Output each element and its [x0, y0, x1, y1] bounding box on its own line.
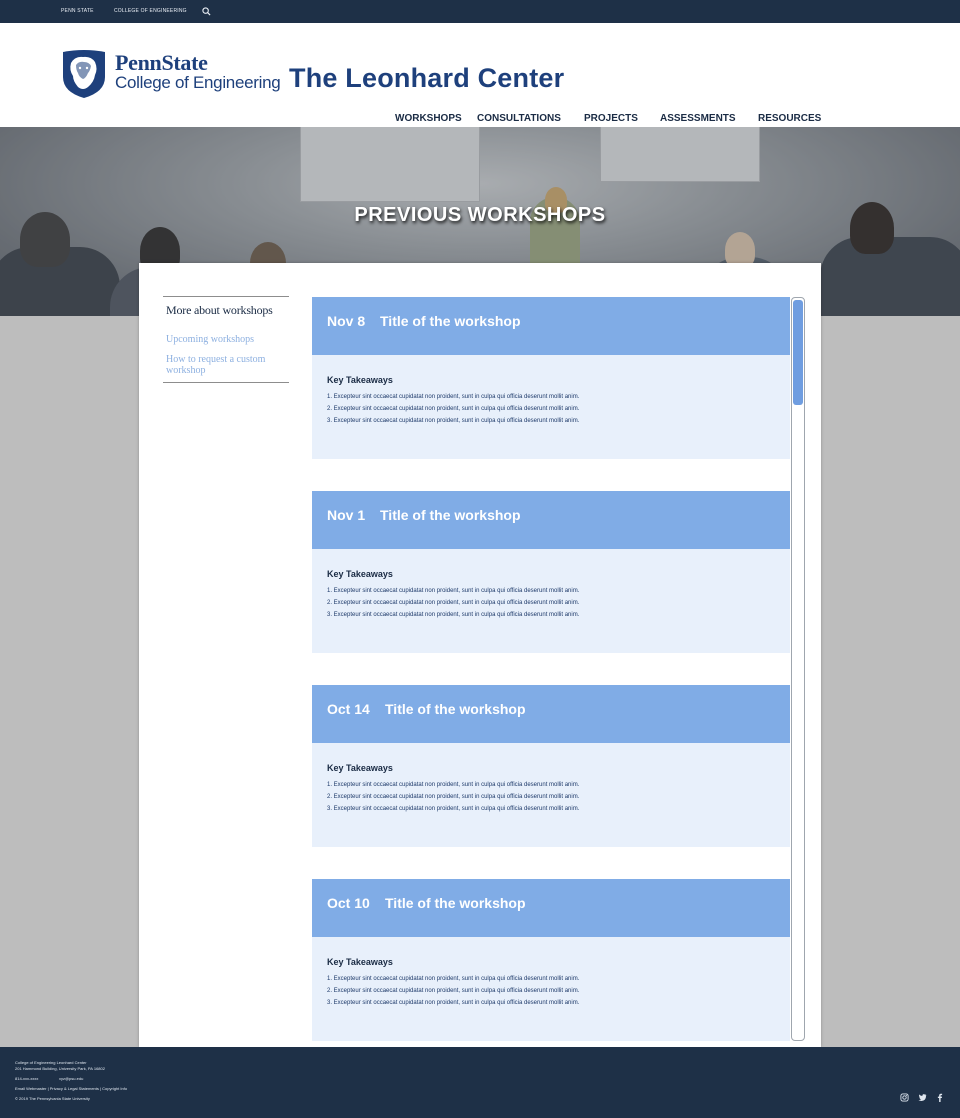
takeaway-item: 1. Excepteur sint occaecat cupidatat non… — [327, 588, 580, 594]
nav-workshops[interactable]: WORKSHOPS — [395, 113, 462, 124]
workshop-title: Title of the workshop — [380, 507, 521, 523]
site-header: PennState College of Engineering The Leo… — [0, 23, 960, 127]
takeaway-item: 1. Excepteur sint occaecat cupidatat non… — [327, 394, 580, 400]
college-of-engineering-link[interactable]: COLLEGE OF ENGINEERING — [114, 8, 187, 14]
workshop-date: Nov 1 — [327, 507, 366, 523]
workshop-title: Title of the workshop — [380, 313, 521, 329]
scrollbar-thumb[interactable] — [793, 300, 803, 405]
site-title[interactable]: The Leonhard Center — [289, 63, 564, 94]
takeaway-item: 3. Excepteur sint occaecat cupidatat non… — [327, 1000, 580, 1006]
sidebar-link-request-custom-workshop[interactable]: How to request a custom workshop — [166, 354, 286, 376]
footer-links[interactable]: Email Webmaster | Privacy & Legal Statem… — [15, 1086, 127, 1091]
key-takeaways-label: Key Takeaways — [327, 957, 393, 967]
footer-phone[interactable]: 814-xxx-xxxx — [15, 1076, 38, 1081]
hero-title: PREVIOUS WORKSHOPS — [354, 204, 606, 226]
workshop-list-scrollbar[interactable] — [791, 297, 805, 1041]
workshop-date: Oct 10 — [327, 895, 370, 911]
nittany-lion-shield-icon — [63, 50, 105, 98]
footer-org: College of Engineering Leonhard Center — [15, 1060, 87, 1065]
instagram-icon[interactable] — [900, 1093, 909, 1102]
takeaway-item: 3. Excepteur sint occaecat cupidatat non… — [327, 806, 580, 812]
sidebar-heading: More about workshops — [166, 303, 273, 317]
workshop-date: Oct 14 — [327, 701, 370, 717]
takeaway-item: 1. Excepteur sint occaecat cupidatat non… — [327, 976, 580, 982]
nav-consultations[interactable]: CONSULTATIONS — [477, 113, 561, 124]
workshop-card: Nov 1 Title of the workshop Key Takeaway… — [312, 491, 790, 653]
workshop-card: Oct 10 Title of the workshop Key Takeawa… — [312, 879, 790, 1041]
workshop-title: Title of the workshop — [385, 895, 526, 911]
key-takeaways-label: Key Takeaways — [327, 763, 393, 773]
workshop-card: Nov 8 Title of the workshop Key Takeaway… — [312, 297, 790, 459]
footer-email[interactable]: xyz@psu.edu — [59, 1076, 83, 1081]
workshop-header[interactable]: Nov 1 Title of the workshop — [312, 491, 790, 549]
workshop-body: Key Takeaways 1. Excepteur sint occaecat… — [312, 355, 790, 459]
top-utility-bar: PENN STATE COLLEGE OF ENGINEERING — [0, 0, 960, 23]
workshop-body: Key Takeaways 1. Excepteur sint occaecat… — [312, 937, 790, 1041]
workshop-title: Title of the workshop — [385, 701, 526, 717]
workshop-date: Nov 8 — [327, 313, 366, 329]
twitter-icon[interactable] — [918, 1093, 927, 1102]
penn-state-link[interactable]: PENN STATE — [61, 8, 94, 14]
workshop-card: Oct 14 Title of the workshop Key Takeawa… — [312, 685, 790, 847]
takeaway-item: 2. Excepteur sint occaecat cupidatat non… — [327, 988, 580, 994]
takeaway-item: 1. Excepteur sint occaecat cupidatat non… — [327, 782, 580, 788]
workshop-body: Key Takeaways 1. Excepteur sint occaecat… — [312, 743, 790, 847]
footer-address: 201 Hammond Building, University Park, P… — [15, 1066, 105, 1071]
facebook-icon[interactable] — [935, 1093, 944, 1102]
search-icon[interactable] — [202, 7, 211, 16]
key-takeaways-label: Key Takeaways — [327, 569, 393, 579]
logo-subline: College of Engineering — [115, 73, 281, 92]
nav-assessments[interactable]: ASSESSMENTS — [660, 113, 736, 124]
main-nav: WORKSHOPS CONSULTATIONS PROJECTS ASSESSM… — [0, 113, 960, 125]
workshop-header[interactable]: Oct 14 Title of the workshop — [312, 685, 790, 743]
workshop-header[interactable]: Oct 10 Title of the workshop — [312, 879, 790, 937]
key-takeaways-label: Key Takeaways — [327, 375, 393, 385]
workshop-body: Key Takeaways 1. Excepteur sint occaecat… — [312, 549, 790, 653]
takeaway-item: 3. Excepteur sint occaecat cupidatat non… — [327, 418, 580, 424]
sidebar-link-upcoming-workshops[interactable]: Upcoming workshops — [166, 334, 286, 345]
content-card: More about workshops Upcoming workshops … — [139, 263, 821, 1047]
nav-resources[interactable]: RESOURCES — [758, 113, 821, 124]
takeaway-item: 2. Excepteur sint occaecat cupidatat non… — [327, 600, 580, 606]
workshop-header[interactable]: Nov 8 Title of the workshop — [312, 297, 790, 355]
site-footer: College of Engineering Leonhard Center 2… — [0, 1047, 960, 1118]
takeaway-item: 2. Excepteur sint occaecat cupidatat non… — [327, 406, 580, 412]
sidebar: More about workshops Upcoming workshops … — [163, 296, 289, 383]
footer-copyright: © 2019 The Pennsylvania State University — [15, 1096, 90, 1101]
takeaway-item: 3. Excepteur sint occaecat cupidatat non… — [327, 612, 580, 618]
pennstate-logo[interactable]: PennState College of Engineering — [61, 49, 281, 99]
takeaway-item: 2. Excepteur sint occaecat cupidatat non… — [327, 794, 580, 800]
workshop-list[interactable]: Nov 8 Title of the workshop Key Takeaway… — [312, 297, 805, 1041]
nav-projects[interactable]: PROJECTS — [584, 113, 638, 124]
